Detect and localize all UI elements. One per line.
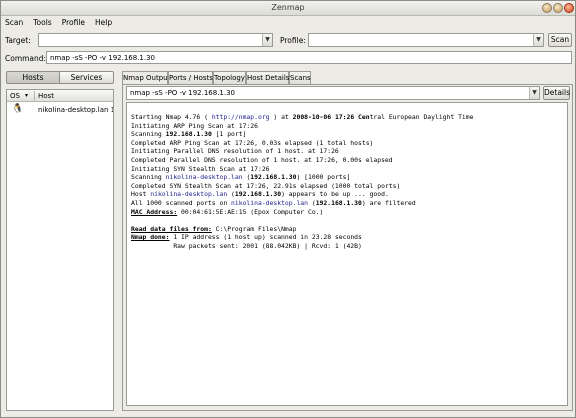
tab-nmap-output[interactable]: Nmap Output bbox=[122, 71, 170, 85]
profile-combo[interactable]: ▼ bbox=[308, 33, 544, 47]
menu-profile[interactable]: Profile bbox=[62, 17, 85, 29]
target-combo[interactable]: ▼ bbox=[38, 33, 273, 47]
tab-ports-hosts[interactable]: Ports / Hosts bbox=[168, 71, 213, 84]
output-line: Raw packets sent: 2001 (88.042KB) | Rcvd… bbox=[131, 241, 362, 250]
nmap-output-text[interactable]: Starting Nmap 4.76 ( http://nmap.org ) a… bbox=[126, 102, 568, 406]
list-item[interactable]: 🐧 nikolina-desktop.lan 192.1 bbox=[7, 104, 113, 116]
output-line: Initiating Parallel DNS resolution of 1 … bbox=[131, 147, 339, 156]
column-separator bbox=[34, 91, 35, 101]
output-blank-line bbox=[131, 216, 567, 225]
hosts-pane: Hosts Services OS ▾ Host 🐧 nikolina-desk… bbox=[6, 71, 114, 411]
output-line: Completed Parallel DNS resolution of 1 h… bbox=[131, 155, 393, 164]
output-line: Host nikolina-desktop.lan (192.168.1.30)… bbox=[131, 190, 389, 199]
output-line: Starting Nmap 4.76 ( http://nmap.org ) a… bbox=[131, 113, 474, 121]
host-list[interactable]: OS ▾ Host 🐧 nikolina-desktop.lan 192.1 bbox=[6, 89, 114, 411]
output-line: Read data files from: C:\Program Files\N… bbox=[131, 224, 297, 233]
output-line: Scanning nikolina-desktop.lan (192.168.1… bbox=[131, 173, 351, 182]
tab-topology[interactable]: Topology bbox=[213, 71, 246, 84]
output-scan-value: nmap -sS -PO -v 192.168.1.30 bbox=[130, 89, 235, 97]
output-line: Completed ARP Ping Scan at 17:26, 0.03s … bbox=[131, 138, 374, 147]
details-button[interactable]: Details bbox=[543, 86, 570, 100]
minimize-button[interactable] bbox=[542, 3, 552, 13]
profile-label: Profile: bbox=[280, 36, 306, 45]
close-button[interactable] bbox=[564, 3, 574, 13]
tab-scans[interactable]: Scans bbox=[289, 71, 311, 84]
menu-help[interactable]: Help bbox=[95, 17, 112, 29]
chevron-down-icon[interactable]: ▼ bbox=[533, 34, 543, 46]
output-line: Nmap done: 1 IP address (1 host up) scan… bbox=[131, 233, 362, 242]
output-line: All 1000 scanned ports on nikolina-deskt… bbox=[131, 198, 416, 207]
tab-host-details[interactable]: Host Details bbox=[246, 71, 289, 84]
linux-penguin-icon: 🐧 bbox=[12, 104, 24, 114]
scan-button[interactable]: Scan bbox=[548, 33, 572, 47]
sort-down-icon: ▾ bbox=[25, 92, 29, 99]
window-title: Zenmap bbox=[271, 3, 305, 12]
command-value: nmap -sS -PO -v 192.168.1.30 bbox=[50, 54, 155, 62]
host-list-header: OS ▾ Host bbox=[7, 90, 113, 102]
menu-bar: Scan Tools Profile Help bbox=[5, 17, 112, 29]
menu-tools[interactable]: Tools bbox=[33, 17, 51, 29]
target-label: Target: bbox=[5, 36, 31, 45]
output-line: Completed SYN Stealth Scan at 17:26, 22.… bbox=[131, 181, 401, 190]
chevron-down-icon[interactable]: ▼ bbox=[262, 34, 272, 46]
output-scan-select[interactable]: nmap -sS -PO -v 192.168.1.30 ▼ bbox=[126, 86, 540, 100]
zenmap-window: Zenmap Scan Tools Profile Help Target: ▼… bbox=[0, 0, 576, 418]
output-line: Initiating SYN Stealth Scan at 17:26 bbox=[131, 164, 270, 173]
host-name: nikolina-desktop.lan 192.1 bbox=[38, 106, 113, 114]
hosts-toggle-button[interactable]: Hosts bbox=[6, 71, 60, 84]
menu-scan[interactable]: Scan bbox=[5, 17, 23, 29]
column-host[interactable]: Host bbox=[38, 92, 54, 100]
maximize-button[interactable] bbox=[553, 3, 563, 13]
nmap-output-panel: nmap -sS -PO -v 192.168.1.30 ▼ Details S… bbox=[122, 84, 573, 411]
output-line: Initiating ARP Ping Scan at 17:26 bbox=[131, 121, 258, 130]
column-os[interactable]: OS bbox=[10, 92, 20, 100]
title-bar: Zenmap bbox=[1, 1, 575, 16]
command-input[interactable]: nmap -sS -PO -v 192.168.1.30 bbox=[46, 51, 572, 64]
chevron-down-icon[interactable]: ▼ bbox=[529, 87, 539, 99]
command-label: Command: bbox=[5, 54, 47, 63]
services-toggle-button[interactable]: Services bbox=[59, 71, 114, 84]
output-line: Scanning 192.168.1.30 [1 port] bbox=[131, 130, 247, 139]
output-line: MAC Address: 00:04:61:5E:AE:15 (Epox Com… bbox=[131, 207, 324, 216]
